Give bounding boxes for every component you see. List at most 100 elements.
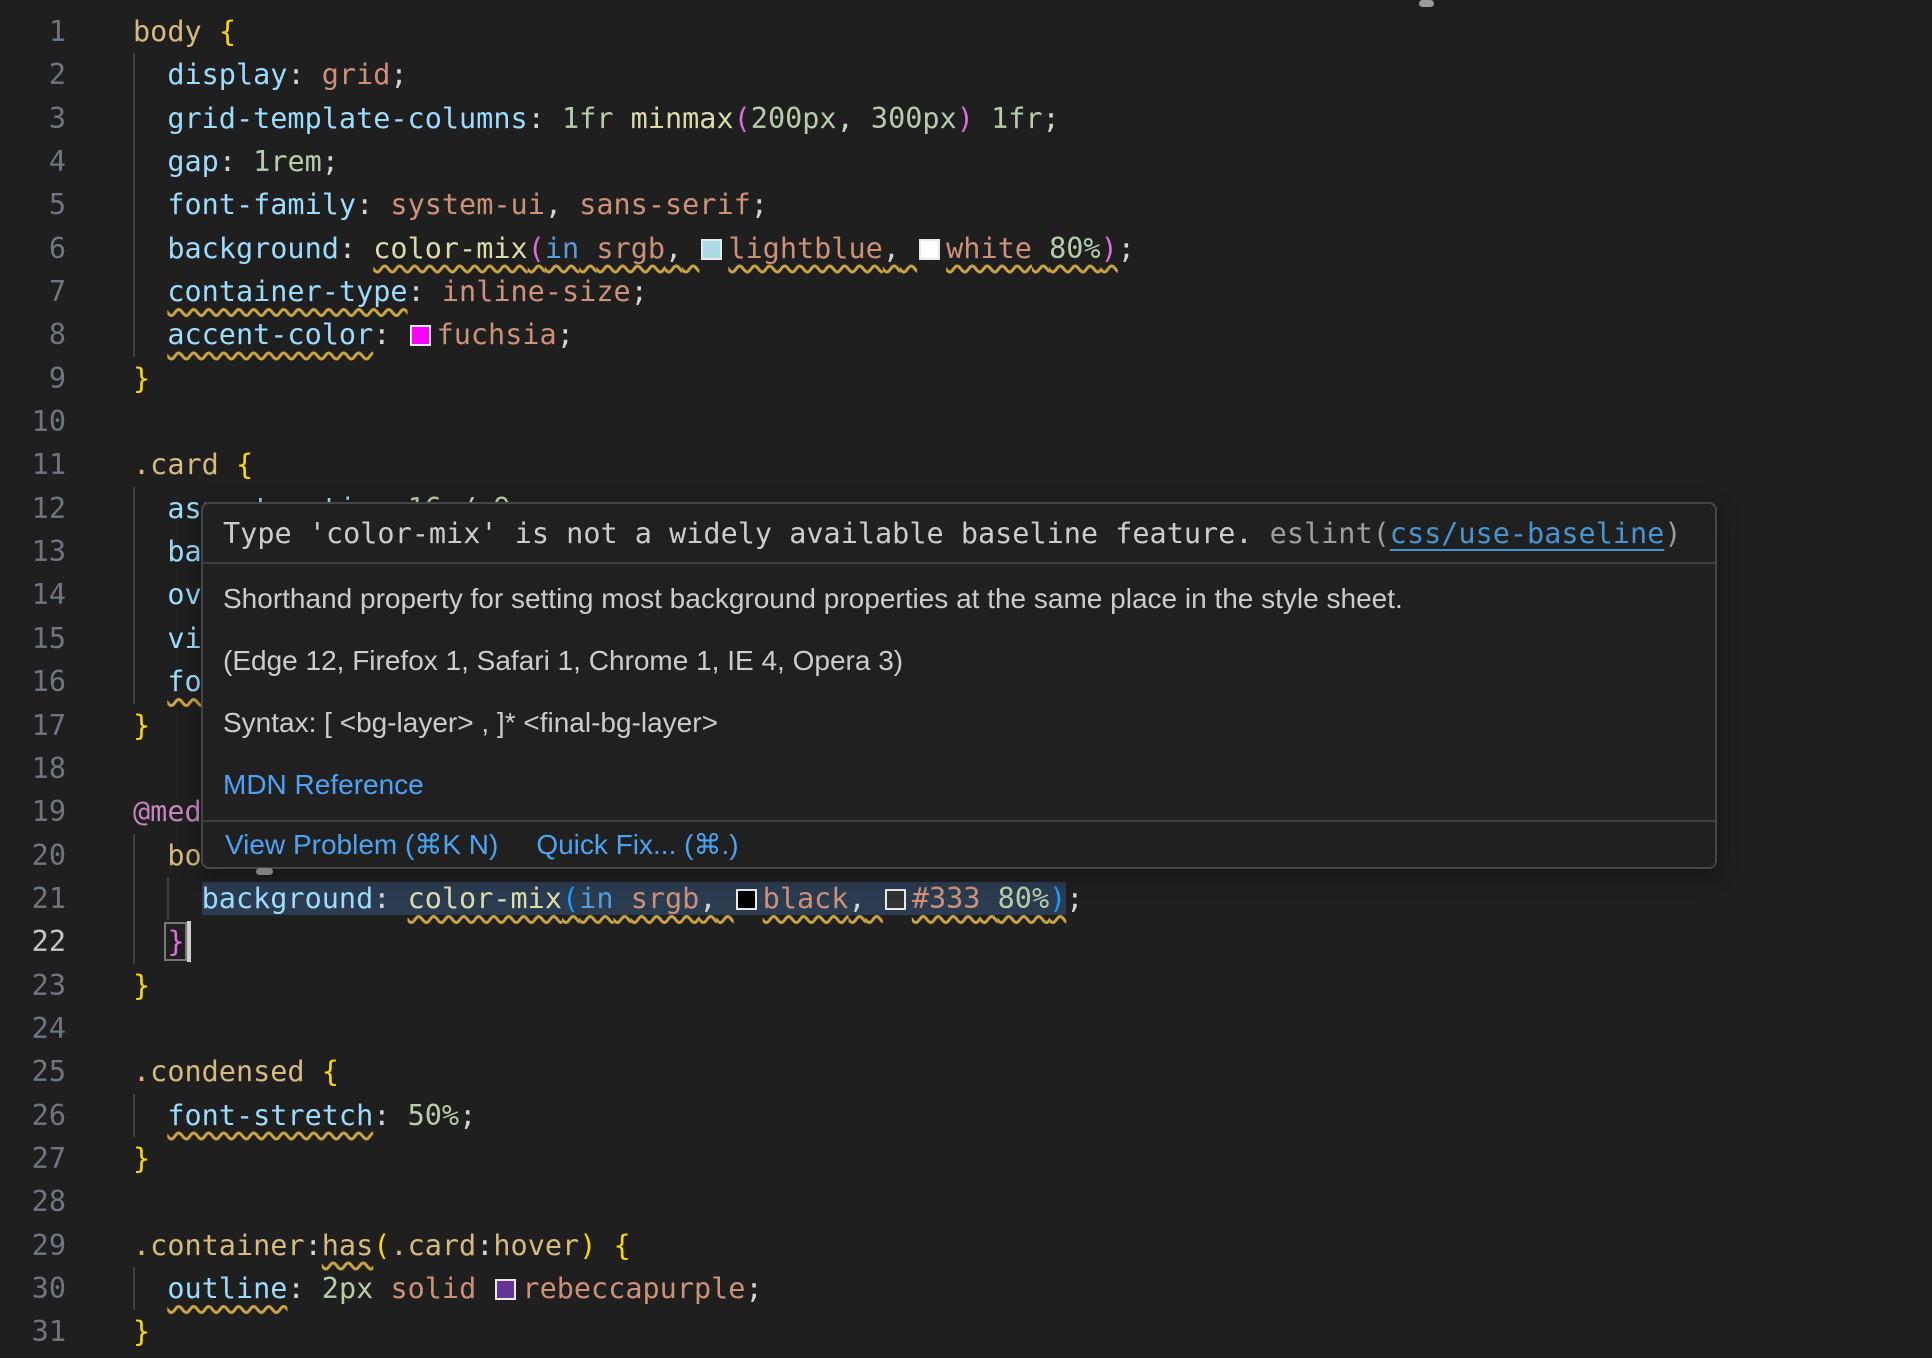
code-token bbox=[133, 1272, 167, 1305]
code-content[interactable] bbox=[66, 1007, 133, 1050]
line-number: 5 bbox=[0, 183, 66, 226]
code-content[interactable]: gap: 1rem; bbox=[66, 140, 339, 183]
line-number: 2 bbox=[0, 53, 66, 96]
line-number: 22 bbox=[0, 920, 66, 963]
code-line[interactable]: 6 background: color-mix(in srgb, lightbl… bbox=[0, 227, 1932, 270]
line-number: 28 bbox=[0, 1180, 66, 1223]
code-content[interactable]: body { bbox=[66, 10, 236, 53]
code-content[interactable]: background: color-mix(in srgb, black, #3… bbox=[66, 877, 1083, 920]
code-token bbox=[717, 882, 734, 915]
code-line[interactable]: 11.card { bbox=[0, 443, 1932, 486]
code-line[interactable]: 30 outline: 2px solid rebeccapurple; bbox=[0, 1267, 1932, 1310]
code-content[interactable]: background: color-mix(in srgb, lightblue… bbox=[66, 227, 1135, 270]
code-line[interactable]: 31} bbox=[0, 1310, 1932, 1353]
code-content[interactable] bbox=[66, 747, 133, 790]
code-line[interactable]: 28 bbox=[0, 1180, 1932, 1223]
code-line[interactable]: 1body { bbox=[0, 10, 1932, 53]
code-content[interactable]: container-type: inline-size; bbox=[66, 270, 648, 313]
code-token: 2px bbox=[322, 1272, 373, 1305]
code-line[interactable]: 10 bbox=[0, 400, 1932, 443]
code-content[interactable]: .container:has(.card:hover) { bbox=[66, 1224, 631, 1267]
code-content[interactable]: @med bbox=[66, 790, 202, 833]
code-token: ; bbox=[1118, 232, 1135, 265]
line-number: 24 bbox=[0, 1007, 66, 1050]
browser-support: (Edge 12, Firefox 1, Safari 1, Chrome 1,… bbox=[223, 630, 1695, 692]
code-token: 1fr bbox=[991, 102, 1042, 135]
code-token: has bbox=[322, 1229, 373, 1262]
code-line[interactable]: 24 bbox=[0, 1007, 1932, 1050]
code-token bbox=[562, 188, 579, 221]
code-token: solid bbox=[390, 1272, 476, 1305]
code-line[interactable]: 26 font-stretch: 50%; bbox=[0, 1094, 1932, 1137]
code-content[interactable] bbox=[66, 1180, 133, 1223]
code-content[interactable]: ov bbox=[66, 573, 202, 616]
warning-squiggle: accent-color bbox=[167, 318, 373, 351]
lint-source-close: ) bbox=[1664, 517, 1681, 550]
code-token bbox=[900, 232, 917, 265]
code-token: : bbox=[305, 1229, 322, 1262]
code-content[interactable] bbox=[66, 400, 133, 443]
code-token: .container bbox=[133, 1229, 305, 1262]
view-problem-action[interactable]: View Problem (⌘K N) bbox=[225, 828, 498, 861]
code-line[interactable]: 3 grid-template-columns: 1fr minmax(200p… bbox=[0, 97, 1932, 140]
code-line[interactable]: 22 } bbox=[0, 920, 1932, 963]
code-line[interactable]: 4 gap: 1rem; bbox=[0, 140, 1932, 183]
code-content[interactable]: display: grid; bbox=[66, 53, 408, 96]
code-line[interactable]: 9} bbox=[0, 357, 1932, 400]
code-content[interactable]: grid-template-columns: 1fr minmax(200px,… bbox=[66, 97, 1060, 140]
color-swatch[interactable] bbox=[885, 889, 906, 910]
code-content[interactable]: } bbox=[66, 357, 150, 400]
code-content[interactable]: } bbox=[66, 704, 150, 747]
code-line[interactable]: 23} bbox=[0, 964, 1932, 1007]
code-token: accent-color bbox=[167, 318, 373, 351]
code-token: vi bbox=[167, 622, 201, 655]
code-token: #333 bbox=[912, 882, 981, 915]
mdn-reference-link[interactable]: MDN Reference bbox=[223, 769, 424, 801]
code-line[interactable]: 8 accent-color: fuchsia; bbox=[0, 313, 1932, 356]
code-token: 80% bbox=[1049, 232, 1100, 265]
code-line[interactable]: 5 font-family: system-ui, sans-serif; bbox=[0, 183, 1932, 226]
code-line[interactable]: 25.condensed { bbox=[0, 1050, 1932, 1093]
code-content[interactable]: outline: 2px solid rebeccapurple; bbox=[66, 1267, 763, 1310]
code-line[interactable]: 2 display: grid; bbox=[0, 53, 1932, 96]
code-content[interactable]: } bbox=[66, 964, 150, 1007]
code-token bbox=[390, 882, 407, 915]
color-swatch[interactable] bbox=[919, 239, 940, 260]
syntax-info: Syntax: [ <bg-layer> , ]* <final-bg-laye… bbox=[223, 692, 1695, 754]
code-content[interactable]: font-family: system-ui, sans-serif; bbox=[66, 183, 768, 226]
code-line[interactable]: 7 container-type: inline-size; bbox=[0, 270, 1932, 313]
color-swatch[interactable] bbox=[410, 325, 431, 346]
code-token: .card bbox=[390, 1229, 476, 1262]
code-content[interactable]: fo bbox=[66, 660, 202, 703]
lint-rule-link[interactable]: css/use-baseline bbox=[1390, 517, 1665, 550]
code-line[interactable]: 29.container:has(.card:hover) { bbox=[0, 1224, 1932, 1267]
quick-fix-action[interactable]: Quick Fix... (⌘.) bbox=[536, 828, 738, 861]
code-content[interactable]: } bbox=[66, 1310, 150, 1353]
code-token bbox=[133, 622, 167, 655]
code-content[interactable]: font-stretch: 50%; bbox=[66, 1094, 476, 1137]
line-number: 12 bbox=[0, 487, 66, 530]
code-token bbox=[133, 102, 167, 135]
code-content[interactable]: bo bbox=[66, 834, 202, 877]
color-swatch[interactable] bbox=[736, 889, 757, 910]
code-line[interactable]: 27} bbox=[0, 1137, 1932, 1180]
color-swatch[interactable] bbox=[701, 239, 722, 260]
hover-documentation: Shorthand property for setting most back… bbox=[203, 564, 1715, 820]
code-content[interactable]: .card { bbox=[66, 443, 253, 486]
code-token: inline-size bbox=[442, 275, 631, 308]
code-token: in bbox=[545, 232, 579, 265]
color-swatch[interactable] bbox=[495, 1279, 516, 1300]
code-content[interactable]: ba bbox=[66, 530, 202, 573]
code-content[interactable]: accent-color: fuchsia; bbox=[66, 313, 574, 356]
code-token: ; bbox=[745, 1272, 762, 1305]
code-line[interactable]: 21 background: color-mix(in srgb, black,… bbox=[0, 877, 1932, 920]
code-token: gap bbox=[167, 145, 218, 178]
code-content[interactable]: vi bbox=[66, 617, 202, 660]
line-number: 23 bbox=[0, 964, 66, 1007]
code-token: : bbox=[356, 188, 373, 221]
code-token: ) bbox=[1049, 882, 1066, 915]
code-token: outline bbox=[167, 1272, 287, 1305]
code-token bbox=[613, 102, 630, 135]
code-content[interactable]: } bbox=[66, 1137, 150, 1180]
code-content[interactable]: .condensed { bbox=[66, 1050, 339, 1093]
